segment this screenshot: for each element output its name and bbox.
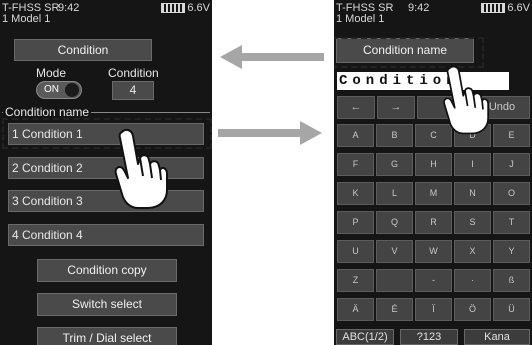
keyboard-key[interactable]: É (376, 298, 413, 321)
battery-icon (161, 3, 186, 14)
condition-item-2[interactable]: 2 Condition 2 (8, 157, 204, 179)
keyboard-key[interactable]: A (337, 124, 374, 147)
keyboard-key[interactable]: K (337, 182, 374, 205)
highlight-dashed-frame (2, 118, 212, 149)
battery-status: 6.6V (481, 2, 530, 14)
condition-name-group-label: Condition name (3, 105, 92, 119)
abc-mode-button[interactable]: ABC(1/2) (336, 329, 394, 345)
status-bar: T-FHSS SR 9:42 6.6V 1 Model 1 (336, 2, 530, 25)
right-transmitter-screen: T-FHSS SR 9:42 6.6V 1 Model 1 Condition … (334, 0, 532, 345)
keyboard-key[interactable] (376, 269, 413, 292)
arrow-right-icon (218, 121, 322, 145)
cursor-left-key[interactable]: ← (337, 96, 375, 119)
keyboard-key[interactable]: H (415, 153, 452, 176)
arrow-left-icon (220, 45, 324, 69)
keyboard-key[interactable]: Ï (415, 298, 452, 321)
keyboard-key[interactable]: ß (493, 269, 530, 292)
battery-icon (481, 3, 506, 14)
clock: 9:42 (408, 2, 430, 14)
keyboard-key[interactable]: U (337, 240, 374, 263)
condition-count-value[interactable]: 4 (112, 81, 154, 100)
keyboard-key[interactable]: Z (337, 269, 374, 292)
switch-select-button[interactable]: Switch select (37, 293, 177, 316)
toggle-state: ON (44, 84, 59, 95)
keyboard-key[interactable]: E (493, 124, 530, 147)
trim-dial-select-button[interactable]: Trim / Dial select (37, 327, 177, 345)
keyboard-key[interactable]: M (415, 182, 452, 205)
hand-pointer-icon (443, 65, 489, 135)
keyboard-key[interactable]: P (337, 211, 374, 234)
keyboard-key[interactable]: Ä (337, 298, 374, 321)
keyboard-key[interactable]: Ü (493, 298, 530, 321)
keyboard-key[interactable]: Q (376, 211, 413, 234)
mode-toggle[interactable]: ON (36, 81, 82, 99)
keyboard-key[interactable]: R (415, 211, 452, 234)
keyboard-key[interactable]: Ö (454, 298, 491, 321)
condition-label: Condition (108, 66, 159, 80)
clock: 9:42 (58, 2, 80, 14)
keyboard-key[interactable]: O (493, 182, 530, 205)
voltage-value: 6.6V (507, 2, 530, 14)
model-name: 1 Model 1 (336, 13, 385, 25)
model-name: 1 Model 1 (2, 13, 51, 25)
condition-item-4[interactable]: 4 Condition 4 (8, 224, 204, 246)
left-transmitter-screen: T-FHSS SR 9:42 6.6V 1 Model 1 Condition … (0, 0, 212, 345)
condition-item-3[interactable]: 3 Condition 3 (8, 190, 204, 212)
hand-pointer-icon (114, 128, 168, 209)
keyboard-key[interactable]: B (376, 124, 413, 147)
keyboard-key[interactable]: I (454, 153, 491, 176)
status-bar: T-FHSS SR 9:42 6.6V 1 Model 1 (2, 2, 210, 25)
keyboard-key[interactable]: - (415, 269, 452, 292)
battery-status: 6.6V (161, 2, 210, 14)
mode-label: Mode (36, 66, 67, 80)
keyboard-key[interactable]: S (454, 211, 491, 234)
keyboard-key[interactable]: F (337, 153, 374, 176)
keyboard-key[interactable]: · (454, 269, 491, 292)
condition-title-button[interactable]: Condition (14, 39, 152, 61)
keyboard-key[interactable]: Y (493, 240, 530, 263)
voltage-value: 6.6V (187, 2, 210, 14)
condition-copy-button[interactable]: Condition copy (37, 259, 177, 282)
keyboard-key[interactable]: N (454, 182, 491, 205)
kana-mode-button[interactable]: Kana (464, 329, 530, 345)
keyboard-key[interactable]: V (376, 240, 413, 263)
symbols-mode-button[interactable]: ?123 (400, 329, 458, 345)
cursor-right-key[interactable]: → (377, 96, 415, 119)
keyboard-key[interactable]: T (493, 211, 530, 234)
keyboard-key[interactable]: J (493, 153, 530, 176)
keyboard-key[interactable]: L (376, 182, 413, 205)
toggle-knob (65, 83, 79, 97)
keyboard-key[interactable]: W (415, 240, 452, 263)
keyboard-key[interactable]: G (376, 153, 413, 176)
keyboard-key[interactable]: X (454, 240, 491, 263)
